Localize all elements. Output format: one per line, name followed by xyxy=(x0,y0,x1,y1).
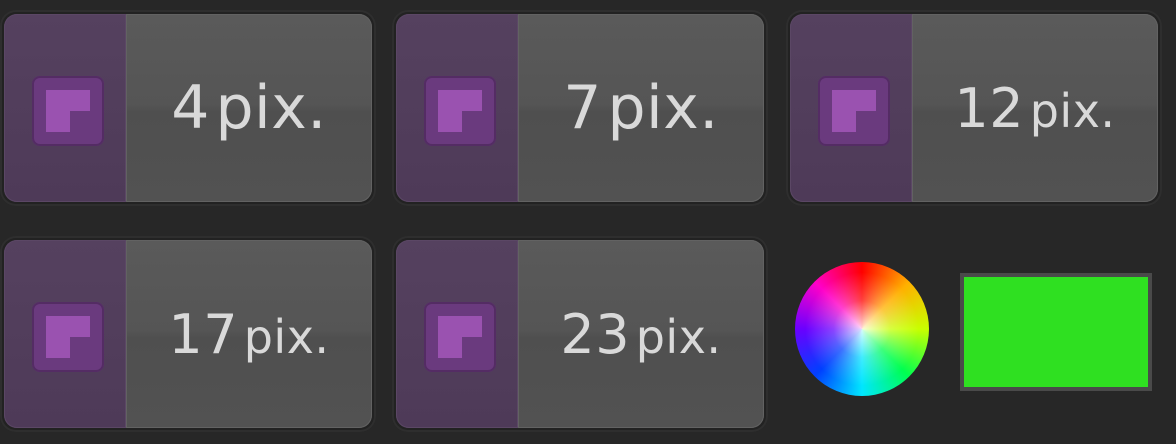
brush-size-label-area: 12 pix. xyxy=(912,14,1158,202)
brush-color-swatch xyxy=(396,14,518,202)
brush-size-button-7[interactable]: 7 pix. xyxy=(392,10,768,206)
brush-size-label-area: 17 pix. xyxy=(126,240,372,428)
brush-color-swatch xyxy=(396,240,518,428)
brush-color-swatch xyxy=(4,240,126,428)
brush-size-label-area: 7 pix. xyxy=(518,14,764,202)
brush-size-button-17[interactable]: 17 pix. xyxy=(0,236,376,432)
brush-size-label-area: 23 pix. xyxy=(518,240,764,428)
brush-color-swatch xyxy=(790,14,912,202)
brush-size-label: 7 pix. xyxy=(563,73,719,143)
brush-size-label: 4 pix. xyxy=(171,73,327,143)
brush-size-button-23[interactable]: 23 pix. xyxy=(392,236,768,432)
brush-size-button-4[interactable]: 4 pix. xyxy=(0,10,376,206)
brush-color-swatch xyxy=(4,14,126,202)
brush-size-label: 17 pix. xyxy=(168,302,330,366)
brush-size-label: 12 pix. xyxy=(954,76,1116,140)
brush-shape-icon xyxy=(32,302,104,372)
brush-size-label-area: 4 pix. xyxy=(126,14,372,202)
current-color-swatch[interactable] xyxy=(960,273,1152,391)
brush-size-palette: 4 pix. 7 pix. 12 pix. 17 pix. 23 pix. xyxy=(0,0,1176,444)
color-wheel-icon[interactable] xyxy=(795,262,929,396)
brush-size-button-12[interactable]: 12 pix. xyxy=(786,10,1162,206)
brush-size-label: 23 pix. xyxy=(560,302,722,366)
brush-shape-icon xyxy=(424,76,496,146)
brush-shape-icon xyxy=(424,302,496,372)
brush-shape-icon xyxy=(32,76,104,146)
brush-shape-icon xyxy=(818,76,890,146)
